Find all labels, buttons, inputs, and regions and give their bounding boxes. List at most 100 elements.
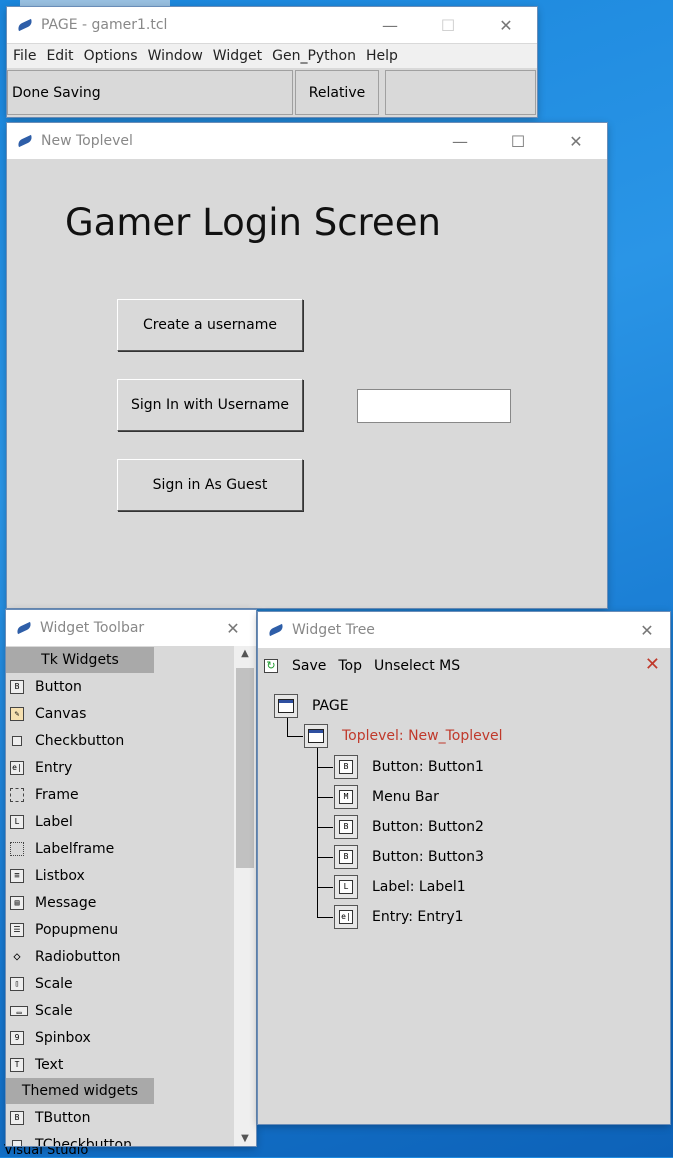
tree-top-button[interactable]: Top [338,658,362,674]
create-username-button[interactable]: Create a username [117,299,303,351]
sign-in-guest-button[interactable]: Sign in As Guest [117,459,303,511]
refresh-icon[interactable]: ↻ [264,659,278,673]
tool-label: TButton [35,1109,91,1126]
tool-label: Message [35,894,97,911]
page-titlebar[interactable]: PAGE - gamer1.tcl — ☐ ✕ [7,7,537,43]
menu-widget[interactable]: Widget [213,48,262,64]
menu-file[interactable]: File [13,48,36,64]
tool-checkbutton[interactable]: Checkbutton [6,727,124,754]
horizontal-scale-icon: ▭ [10,1005,28,1017]
tree-save-button[interactable]: Save [292,658,326,674]
tool-popupmenu[interactable]: ☰ Popupmenu [6,916,118,943]
tree-node-label: Menu Bar [372,789,439,805]
scroll-down-icon[interactable]: ▼ [234,1133,256,1144]
tree-unselect-ms-button[interactable]: Unselect MS [374,658,460,674]
toolbar-window-title: Widget Toolbar [40,620,145,636]
close-icon[interactable]: ✕ [483,7,529,43]
tool-button[interactable]: B Button [6,673,82,700]
tool-radiobutton[interactable]: ◇ Radiobutton [6,943,120,970]
tree-node-page[interactable]: PAGE [274,694,349,718]
menu-edit[interactable]: Edit [46,48,73,64]
tree-line [287,736,303,737]
tk-feather-icon [17,20,33,30]
tree-node-button3[interactable]: B Button: Button3 [334,845,484,869]
tool-entry[interactable]: e| Entry [6,754,72,781]
tool-canvas[interactable]: ✎ Canvas [6,700,86,727]
tree-line [317,917,333,918]
menu-help[interactable]: Help [366,48,398,64]
button-icon: B [334,815,358,839]
label-icon: L [334,875,358,899]
frame-icon [10,787,24,802]
minimize-icon[interactable]: — [437,123,483,159]
label-icon: L [10,814,24,829]
tool-label: Text [35,1056,64,1073]
empty-status-field [385,70,536,115]
menu-gen-python[interactable]: Gen_Python [272,48,356,64]
tool-text[interactable]: T Text [6,1051,63,1078]
tree-node-toplevel[interactable]: Toplevel: New_Toplevel [304,724,503,748]
tool-message[interactable]: ▤ Message [6,889,96,916]
tree-node-label: Entry: Entry1 [372,909,464,925]
spinbox-icon: 9 [10,1030,24,1045]
tool-label: Spinbox [35,1029,91,1046]
page-window-title: PAGE - gamer1.tcl [41,17,168,33]
tool-frame[interactable]: Frame [6,781,79,808]
scrollbar-thumb[interactable] [236,668,254,868]
tk-feather-icon [268,625,284,635]
toplevel-titlebar[interactable]: New Toplevel — ☐ ✕ [7,123,607,159]
mode-field[interactable]: Relative [295,70,379,115]
entry-icon: e| [334,905,358,929]
toolbar-scrollbar[interactable]: ▲ ▼ [234,646,256,1146]
maximize-icon[interactable]: ☐ [425,7,471,43]
tool-tcheckbutton[interactable]: TCheckbutton [6,1131,132,1146]
tree-node-entry1[interactable]: e| Entry: Entry1 [334,905,464,929]
listbox-icon: ≡ [10,868,24,883]
maximize-icon[interactable]: ☐ [495,123,541,159]
tree-node-label: Button: Button2 [372,819,484,835]
close-icon[interactable]: ✕ [624,612,670,648]
tool-label: Canvas [35,705,87,722]
tree-node-label1[interactable]: L Label: Label1 [334,875,466,899]
close-icon[interactable]: ✕ [553,123,599,159]
tool-label: Labelframe [35,840,115,857]
toolbar-titlebar[interactable]: Widget Toolbar ✕ [6,610,256,646]
tool-listbox[interactable]: ≡ Listbox [6,862,85,889]
tool-labelframe[interactable]: Labelframe [6,835,114,862]
themed-widgets-header: Themed widgets [6,1078,154,1104]
tool-spinbox[interactable]: 9 Spinbox [6,1024,91,1051]
entry-icon: e| [10,760,24,775]
scroll-up-icon[interactable]: ▲ [234,648,256,659]
menu-window[interactable]: Window [148,48,203,64]
menu-options[interactable]: Options [84,48,138,64]
tree-line [287,717,288,736]
tree-line [317,797,333,798]
widget-tree-window: Widget Tree ✕ ↻ Save Top Unselect MS ✕ P… [258,612,670,1124]
vertical-scale-icon: ▯ [10,976,24,991]
tree-close-red-icon[interactable]: ✕ [645,654,660,675]
minimize-icon[interactable]: — [367,7,413,43]
page-menubar: File Edit Options Window Widget Gen_Pyth… [7,44,537,68]
tree-toolbar: ↻ Save Top Unselect MS [264,656,460,676]
sign-in-username-button[interactable]: Sign In with Username [117,379,303,431]
tool-label: Popupmenu [35,921,119,938]
tool-label: Listbox [35,867,85,884]
tool-vertical-scale[interactable]: ▯ Scale [6,970,73,997]
tool-label: TCheckbutton [35,1136,132,1147]
button-icon: B [10,679,24,694]
tree-node-menubar[interactable]: M Menu Bar [334,785,439,809]
tree-line [317,887,333,888]
tool-label[interactable]: L Label [6,808,73,835]
tree-titlebar[interactable]: Widget Tree ✕ [258,612,670,648]
username-entry[interactable] [357,389,511,423]
status-field: Done Saving [7,70,293,115]
tree-node-button1[interactable]: B Button: Button1 [334,755,484,779]
status-text: Done Saving [12,84,101,101]
tk-widgets-header: Tk Widgets [6,647,154,673]
text-icon: T [10,1057,24,1072]
window-icon [304,724,328,748]
tool-tbutton[interactable]: B TButton [6,1104,90,1131]
tool-horizontal-scale[interactable]: ▭ Scale [6,997,73,1024]
tree-node-button2[interactable]: B Button: Button2 [334,815,484,839]
close-icon[interactable]: ✕ [210,610,256,646]
